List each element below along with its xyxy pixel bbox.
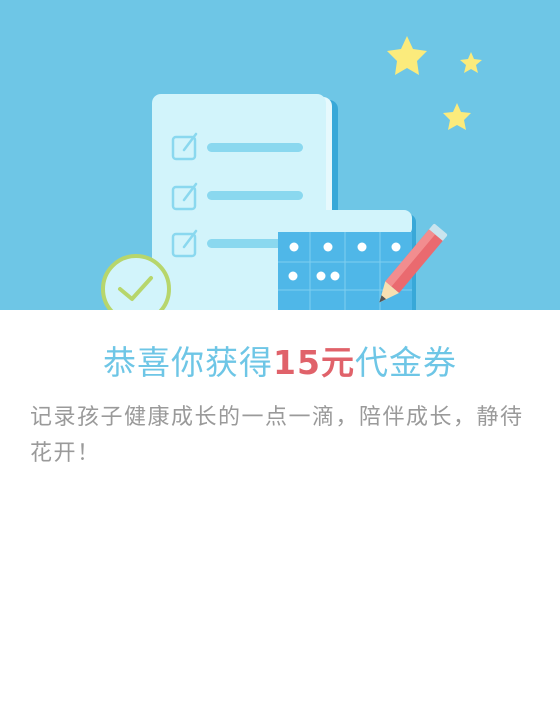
star-icon	[460, 52, 482, 73]
reward-description: 记录孩子健康成长的一点一滴，陪伴成长，静待花开！	[30, 405, 524, 466]
reward-amount: 15元	[273, 343, 355, 382]
reward-title-suffix: 代金券	[354, 343, 457, 382]
star-icon	[387, 36, 427, 75]
checkmark-circle-icon	[101, 254, 171, 310]
reward-content: 恭喜你获得15元代金券 记录孩子健康成长的一点一滴，陪伴成长，静待花开！	[0, 310, 560, 472]
calendar-icon	[278, 210, 416, 310]
star-icon	[443, 103, 471, 130]
banner-illustration	[0, 0, 560, 310]
reward-title-prefix: 恭喜你获得	[103, 343, 274, 382]
reward-title: 恭喜你获得15元代金券	[0, 310, 560, 386]
reward-card: 恭喜你获得15元代金券 记录孩子健康成长的一点一滴，陪伴成长，静待花开！	[0, 0, 560, 720]
